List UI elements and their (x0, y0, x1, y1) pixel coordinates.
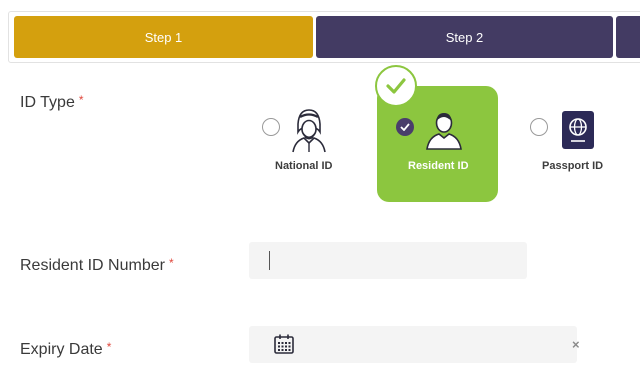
text-caret (269, 251, 270, 270)
step-1-tab[interactable]: Step 1 (14, 16, 313, 58)
resident-id-radio-checked[interactable] (396, 118, 414, 136)
resident-id-number-label-text: Resident ID Number (20, 257, 165, 274)
resident-id-number-input[interactable] (249, 242, 527, 279)
clear-date-icon[interactable]: × (572, 337, 580, 352)
step-2-tab[interactable]: Step 2 (316, 16, 613, 58)
expiry-date-label-text: Expiry Date (20, 341, 103, 358)
check-icon (386, 78, 406, 94)
passport-icon (562, 111, 594, 149)
arab-man-icon (292, 109, 326, 153)
national-id-radio[interactable] (262, 118, 280, 136)
required-marker: * (106, 340, 112, 354)
id-type-label-text: ID Type (20, 94, 75, 111)
selected-check-badge (375, 65, 417, 107)
calendar-icon[interactable] (273, 333, 295, 355)
id-type-label: ID Type * (20, 93, 84, 112)
national-id-label: National ID (275, 160, 333, 172)
resident-id-number-label: Resident ID Number * (20, 256, 174, 275)
id-option-passport[interactable]: Passport ID (526, 100, 636, 190)
required-marker: * (78, 93, 84, 107)
person-icon (426, 113, 462, 150)
expiry-date-label: Expiry Date * (20, 340, 112, 359)
passport-id-radio[interactable] (530, 118, 548, 136)
stepper: Step 1 Step 2 (8, 11, 640, 63)
step-3-tab[interactable] (616, 16, 640, 58)
check-icon (400, 123, 410, 131)
passport-id-label: Passport ID (542, 160, 604, 172)
expiry-date-input[interactable] (249, 326, 577, 363)
required-marker: * (168, 256, 174, 270)
id-option-national[interactable]: National ID (258, 100, 348, 190)
resident-id-label: Resident ID (408, 160, 469, 172)
